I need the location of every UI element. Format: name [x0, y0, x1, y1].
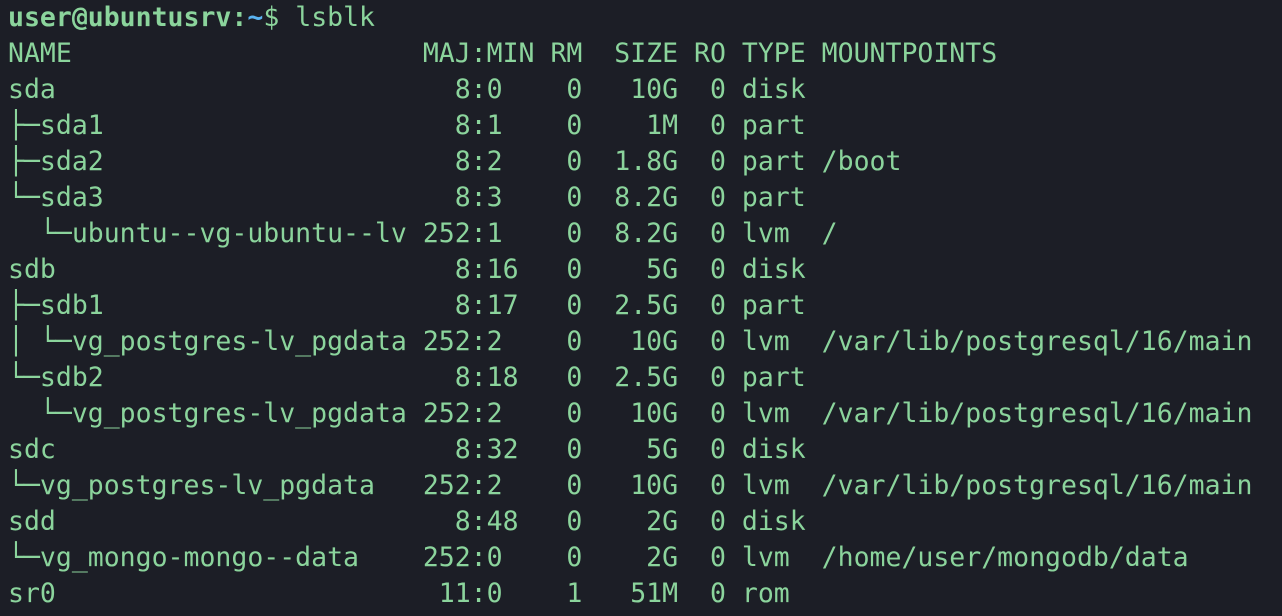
terminal-window[interactable]: user@ubuntusrv:~$ lsblk NAME MAJ:MIN RM … — [0, 0, 1282, 616]
output-line: sdb 8:16 0 5G 0 disk — [8, 254, 822, 285]
output-line: sdd 8:48 0 2G 0 disk — [8, 506, 822, 537]
command-text: lsblk — [295, 2, 376, 33]
output-line: └─vg_postgres-lv_pgdata 252:2 0 10G 0 lv… — [8, 470, 1253, 501]
output-line: └─sda3 8:3 0 8.2G 0 part — [8, 182, 822, 213]
output-line: ├─sda2 8:2 0 1.8G 0 part /boot — [8, 146, 902, 177]
output-line: └─vg_postgres-lv_pgdata 252:2 0 10G 0 lv… — [8, 398, 1253, 429]
output-line: sdc 8:32 0 5G 0 disk — [8, 434, 822, 465]
output-line: └─ubuntu--vg-ubuntu--lv 252:1 0 8.2G 0 l… — [8, 218, 838, 249]
output-line: │ └─vg_postgres-lv_pgdata 252:2 0 10G 0 … — [8, 326, 1253, 357]
output-line: └─vg_mongo-mongo--data 252:0 0 2G 0 lvm … — [8, 542, 1189, 573]
output-line: ├─sda1 8:1 0 1M 0 part — [8, 110, 822, 141]
prompt-separator: : — [231, 2, 248, 33]
prompt-path: ~ — [247, 2, 264, 33]
output-header: NAME MAJ:MIN RM SIZE RO TYPE MOUNTPOINTS — [8, 38, 998, 69]
prompt-user-host: user@ubuntusrv — [8, 2, 232, 33]
output-line: ├─sdb1 8:17 0 2.5G 0 part — [8, 290, 822, 321]
command-prompt-line: user@ubuntusrv:~$ lsblk — [8, 0, 1282, 36]
output-line: sr0 11:0 1 51M 0 rom — [8, 578, 822, 609]
output-line: sda 8:0 0 10G 0 disk — [8, 74, 822, 105]
output-line: └─sdb2 8:18 0 2.5G 0 part — [8, 362, 822, 393]
prompt-symbol: $ — [263, 2, 296, 33]
